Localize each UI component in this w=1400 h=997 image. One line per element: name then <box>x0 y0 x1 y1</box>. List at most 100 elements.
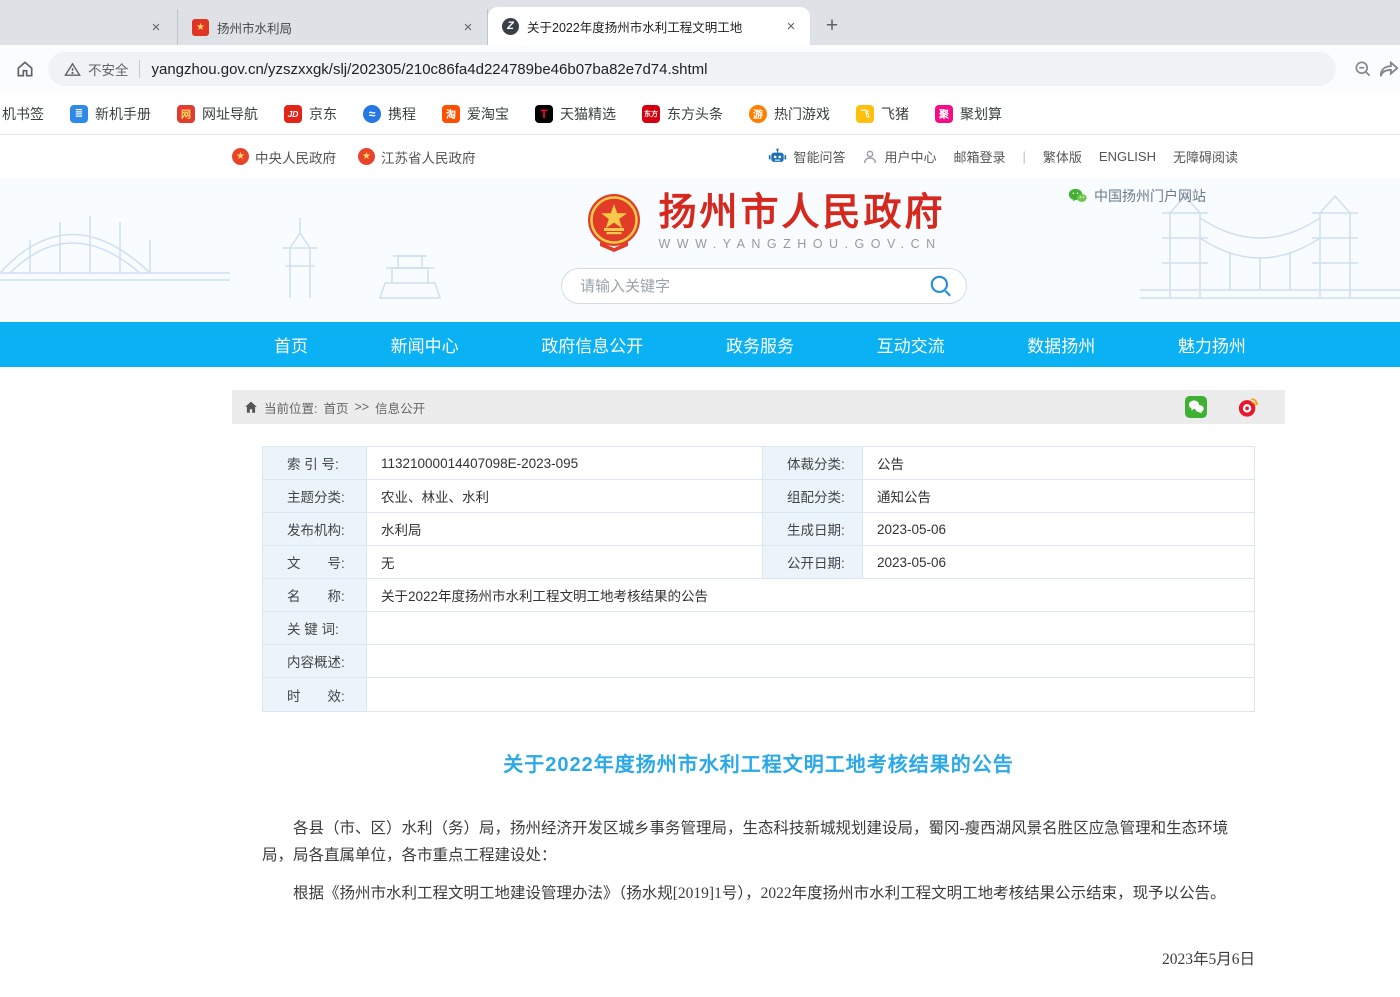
accessibility-link[interactable]: 无障碍阅读 <box>1173 147 1238 166</box>
ctrip-icon: ≈ <box>363 105 381 123</box>
meta-label: 文 号: <box>263 546 367 578</box>
wechat-icon <box>1068 188 1087 204</box>
meta-row: 内容概述: <box>263 645 1254 678</box>
user-center-link[interactable]: 用户中心 <box>862 147 936 166</box>
meta-label: 索 引 号: <box>263 447 367 479</box>
manual-icon: ≣ <box>70 105 88 123</box>
fliggy-icon: 飞 <box>856 105 874 123</box>
gov-emblem-favicon: ★ <box>192 19 209 36</box>
meta-value-created-date: 2023-05-06 <box>863 513 1254 545</box>
nav-charm[interactable]: 魅力扬州 <box>1178 332 1246 357</box>
bookmark-games[interactable]: 游 热门游戏 <box>749 104 830 124</box>
link-label: 智能问答 <box>793 147 845 166</box>
robot-icon <box>768 148 787 165</box>
bookmark-label: 聚划算 <box>960 104 1002 124</box>
bookmark-jd[interactable]: JD 京东 <box>284 104 337 124</box>
article-paragraph: 各县（市、区）水利（务）局，扬州经济开发区城乡事务管理局，生态科技新城规划建设局… <box>262 815 1255 869</box>
bookmark-tmall[interactable]: T 天猫精选 <box>535 104 616 124</box>
nav-data[interactable]: 数据扬州 <box>1027 332 1095 357</box>
tab-title: 关于2022年度扬州市水利工程文明工地 <box>527 17 774 36</box>
meta-value-validity <box>367 678 1254 711</box>
search-input[interactable] <box>580 278 928 295</box>
nav-home[interactable]: 首页 <box>274 332 308 357</box>
gov-emblem-icon: ★ <box>358 148 375 165</box>
zoom-out-icon[interactable] <box>1350 56 1376 82</box>
main-nav: 首页 新闻中心 政府信息公开 政务服务 互动交流 数据扬州 魅力扬州 <box>0 322 1400 367</box>
weibo-share-icon[interactable] <box>1237 396 1259 418</box>
document-meta-table: 索 引 号: 11321000014407098E-2023-095 体裁分类:… <box>262 446 1255 712</box>
meta-row: 时 效: <box>263 678 1254 711</box>
warning-triangle-icon <box>64 61 81 78</box>
link-central-gov[interactable]: ★ 中央人民政府 <box>232 147 336 167</box>
bookmark-wangzhidaohang[interactable]: 网 网址导航 <box>177 104 258 124</box>
nav-interaction[interactable]: 互动交流 <box>877 332 945 357</box>
meta-value-keywords <box>367 612 1254 644</box>
nav-news[interactable]: 新闻中心 <box>391 332 459 357</box>
gov-link-label: 中央人民政府 <box>255 147 336 167</box>
breadcrumb-prefix: 当前位置: <box>264 398 317 417</box>
bookmark-label: 网址导航 <box>202 104 258 124</box>
bookmark-jishuqian[interactable]: 机书签 <box>2 104 44 124</box>
article-title: 关于2022年度扬州市水利工程文明工地考核结果的公告 <box>232 748 1285 777</box>
article-date: 2023年5月6日 <box>232 947 1255 969</box>
share-icon[interactable] <box>1376 56 1400 82</box>
meta-label: 发布机构: <box>263 513 367 545</box>
jd-icon: JD <box>284 105 302 123</box>
meta-label: 关 键 词: <box>263 612 367 644</box>
close-icon[interactable]: × <box>782 17 800 35</box>
bookmark-label: 爱淘宝 <box>467 104 509 124</box>
divider: | <box>1023 149 1026 164</box>
gov-emblem-icon: ★ <box>232 148 249 165</box>
bookmark-xinjishouce[interactable]: ≣ 新机手册 <box>70 104 151 124</box>
browser-tab-strip: × ★ 扬州市水利局 × Z 关于2022年度扬州市水利工程文明工地 × + <box>0 0 1400 45</box>
bookmark-aitaobao[interactable]: 淘 爱淘宝 <box>442 104 509 124</box>
meta-label: 名 称: <box>263 579 367 611</box>
taobao-icon: 淘 <box>442 105 460 123</box>
mail-login-link[interactable]: 邮箱登录 <box>953 147 1005 166</box>
wechat-share-icon[interactable] <box>1185 396 1207 418</box>
nav-services[interactable]: 政务服务 <box>726 332 794 357</box>
security-label[interactable]: 不安全 <box>88 59 129 79</box>
english-link[interactable]: ENGLISH <box>1099 149 1156 164</box>
traditional-chinese-link[interactable]: 繁体版 <box>1043 147 1082 166</box>
tab-active-announcement[interactable]: Z 关于2022年度扬州市水利工程文明工地 × <box>488 7 810 45</box>
tab-title: 扬州市水利局 <box>217 18 451 37</box>
meta-value-index-number: 11321000014407098E-2023-095 <box>367 447 763 479</box>
bookmark-ctrip[interactable]: ≈ 携程 <box>363 104 416 124</box>
url-field[interactable]: 不安全 yangzhou.gov.cn/yzszxxgk/slj/202305/… <box>48 52 1336 86</box>
url-text[interactable]: yangzhou.gov.cn/yzszxxgk/slj/202305/210c… <box>152 61 708 78</box>
close-icon[interactable]: × <box>459 18 477 36</box>
juhuasuan-icon: 聚 <box>935 105 953 123</box>
smart-qa-link[interactable]: 智能问答 <box>768 147 845 166</box>
search-icon[interactable] <box>928 273 954 299</box>
home-icon[interactable] <box>12 56 38 82</box>
meta-label: 时 效: <box>263 678 367 711</box>
bookmark-fliggy[interactable]: 飞 飞猪 <box>856 104 909 124</box>
meta-row: 发布机构: 水利局 生成日期: 2023-05-06 <box>263 513 1254 546</box>
dongfang-icon: 东方 <box>642 105 660 123</box>
tab-shuiliju[interactable]: ★ 扬州市水利局 × <box>178 9 488 45</box>
bookmark-label: 东方头条 <box>667 104 723 124</box>
national-emblem-logo <box>582 190 646 254</box>
meta-row: 索 引 号: 11321000014407098E-2023-095 体裁分类:… <box>263 447 1254 480</box>
portal-link[interactable]: 中国扬州门户网站 <box>1068 186 1206 206</box>
tmall-icon: T <box>535 105 553 123</box>
tab-partial[interactable]: × <box>0 9 178 45</box>
bookmark-dongfangtoutiao[interactable]: 东方 东方头条 <box>642 104 723 124</box>
bookmark-label: 机书签 <box>2 104 44 124</box>
bookmark-juhuasuan[interactable]: 聚 聚划算 <box>935 104 1002 124</box>
meta-value-group: 通知公告 <box>863 480 1254 512</box>
bookmark-label: 飞猪 <box>881 104 909 124</box>
breadcrumb-home-link[interactable]: 首页 <box>323 398 348 417</box>
nav-info-disclosure[interactable]: 政府信息公开 <box>541 332 643 357</box>
link-jiangsu-gov[interactable]: ★ 江苏省人民政府 <box>358 147 476 167</box>
meta-value-agency: 水利局 <box>367 513 763 545</box>
new-tab-button[interactable]: + <box>818 12 846 40</box>
link-label: 用户中心 <box>884 147 936 166</box>
close-icon[interactable]: × <box>147 18 165 36</box>
meta-value-public-date: 2023-05-06 <box>863 546 1254 578</box>
site-header: 扬州市人民政府 WWW.YANGZHOU.GOV.CN 中国扬州门户网站 <box>0 178 1400 322</box>
meta-label: 组配分类: <box>763 480 863 512</box>
meta-label: 主题分类: <box>263 480 367 512</box>
breadcrumb: 当前位置: 首页 >> 信息公开 <box>232 390 1285 424</box>
